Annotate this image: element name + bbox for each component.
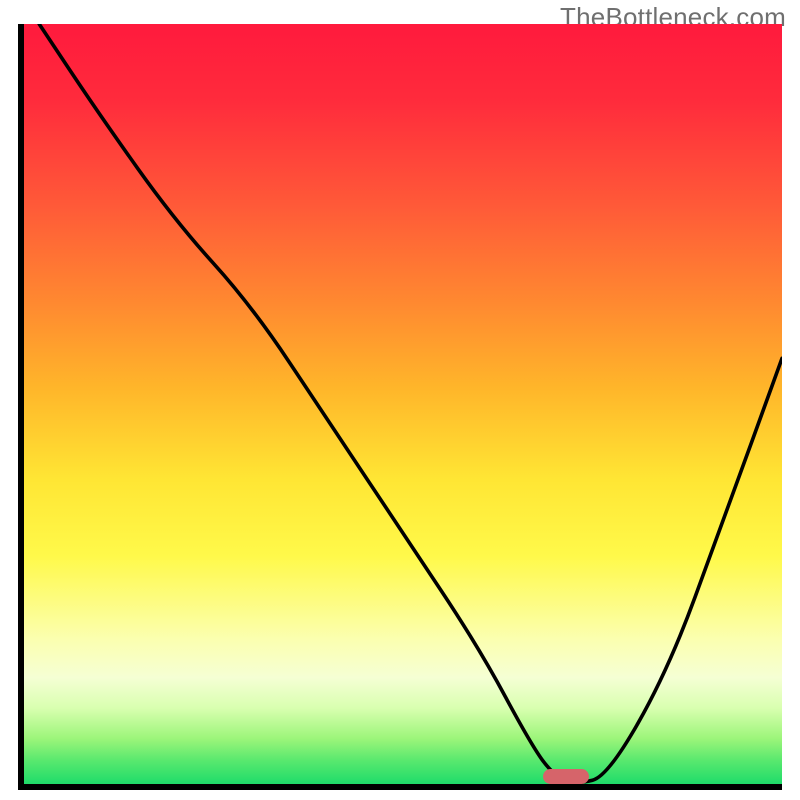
bottleneck-chart: TheBottleneck.com — [0, 0, 800, 800]
axes-border — [18, 24, 782, 790]
